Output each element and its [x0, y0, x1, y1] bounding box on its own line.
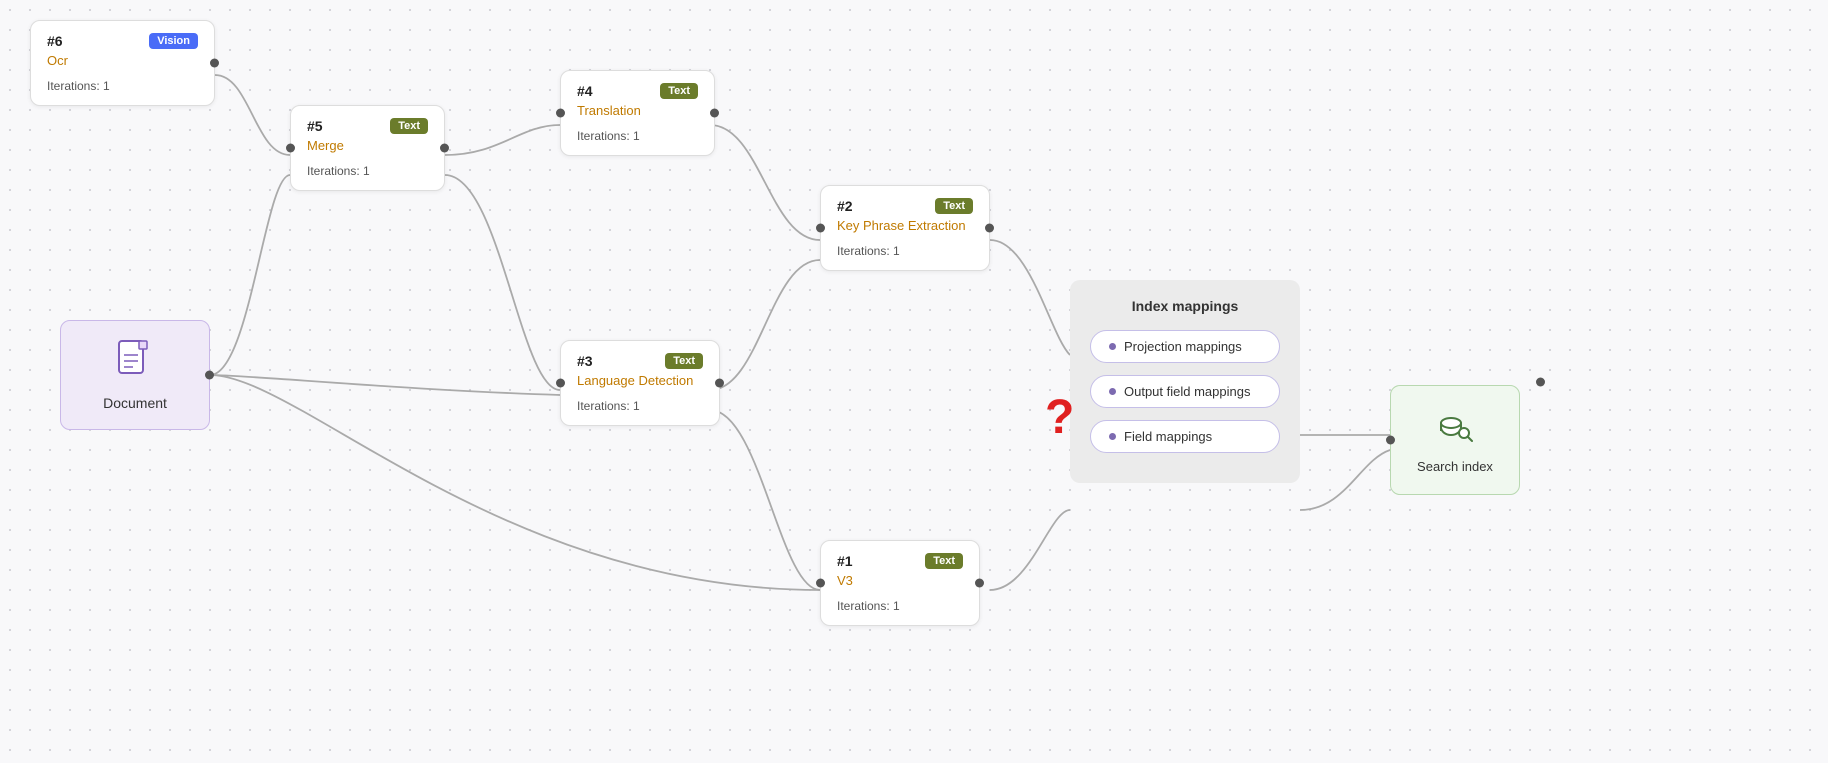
mapping-output-dot — [1109, 388, 1116, 395]
node-4-header: #4 Text — [577, 83, 698, 99]
node-4-translation[interactable]: #4 Text Translation Iterations: 1 — [560, 70, 715, 156]
search-index-label: Search index — [1417, 459, 1493, 474]
node-5-name: Merge — [307, 138, 428, 154]
conn-3-1 — [710, 410, 820, 590]
node-1-iterations: Iterations: 1 — [837, 599, 963, 613]
node-2-keyphrase[interactable]: #2 Text Key Phrase Extraction Iterations… — [820, 185, 990, 271]
node-3-iterations: Iterations: 1 — [577, 399, 703, 413]
node-2-name: Key Phrase Extraction — [837, 218, 973, 234]
mapping-field-label: Field mappings — [1124, 429, 1212, 444]
node-1-id: #1 — [837, 553, 853, 569]
node-2-header: #2 Text — [837, 198, 973, 214]
workflow-canvas: #6 Vision Ocr Iterations: 1 #5 Text Merg… — [0, 0, 1828, 763]
node-6-id: #6 — [47, 33, 63, 49]
node-4-id: #4 — [577, 83, 593, 99]
conn-doc-1 — [210, 375, 820, 590]
connections-svg — [0, 0, 1828, 763]
node-3-name: Language Detection — [577, 373, 703, 389]
node-6-ocr[interactable]: #6 Vision Ocr Iterations: 1 — [30, 20, 215, 106]
node-4-name: Translation — [577, 103, 698, 119]
document-icon — [117, 339, 153, 387]
node-1-name: V3 — [837, 573, 963, 589]
node-1-v3[interactable]: #1 Text V3 Iterations: 1 — [820, 540, 980, 626]
conn-5-4 — [445, 125, 560, 155]
mapping-output[interactable]: Output field mappings — [1090, 375, 1280, 408]
node-5-merge[interactable]: #5 Text Merge Iterations: 1 — [290, 105, 445, 191]
conn-6-5 — [215, 75, 290, 155]
index-mappings-title: Index mappings — [1090, 298, 1280, 314]
conn-doc-5 — [210, 175, 290, 375]
conn-2-idx — [990, 240, 1070, 355]
node-6-badge: Vision — [149, 33, 198, 49]
node-6-iterations: Iterations: 1 — [47, 79, 198, 93]
node-4-iterations: Iterations: 1 — [577, 129, 698, 143]
question-mark: ? — [1045, 390, 1074, 445]
search-index-node[interactable]: Search index — [1390, 385, 1520, 495]
node-3-header: #3 Text — [577, 353, 703, 369]
node-5-iterations: Iterations: 1 — [307, 164, 428, 178]
node-2-iterations: Iterations: 1 — [837, 244, 973, 258]
node-4-badge: Text — [660, 83, 698, 99]
conn-field-search — [1300, 450, 1390, 510]
mapping-projection-label: Projection mappings — [1124, 339, 1242, 354]
mapping-projection[interactable]: Projection mappings — [1090, 330, 1280, 363]
node-5-badge: Text — [390, 118, 428, 134]
conn-4-2 — [710, 125, 820, 240]
mapping-field[interactable]: Field mappings — [1090, 420, 1280, 453]
conn-doc-3 — [210, 375, 560, 395]
document-label: Document — [103, 395, 167, 411]
node-2-badge: Text — [935, 198, 973, 214]
document-node[interactable]: Document — [60, 320, 210, 430]
node-5-header: #5 Text — [307, 118, 428, 134]
node-6-name: Ocr — [47, 53, 198, 69]
node-3-id: #3 — [577, 353, 593, 369]
node-1-header: #1 Text — [837, 553, 963, 569]
conn-5-3 — [445, 175, 560, 390]
node-3-langdetect[interactable]: #3 Text Language Detection Iterations: 1 — [560, 340, 720, 426]
mapping-projection-dot — [1109, 343, 1116, 350]
node-3-badge: Text — [665, 353, 703, 369]
node-6-header: #6 Vision — [47, 33, 198, 49]
node-1-badge: Text — [925, 553, 963, 569]
index-mappings-container: Index mappings Projection mappings Outpu… — [1070, 280, 1300, 483]
mapping-output-label: Output field mappings — [1124, 384, 1250, 399]
mapping-field-dot — [1109, 433, 1116, 440]
search-index-icon — [1437, 407, 1473, 451]
node-5-id: #5 — [307, 118, 323, 134]
node-2-id: #2 — [837, 198, 853, 214]
conn-1-idx — [990, 510, 1070, 590]
conn-3-2 — [710, 260, 820, 390]
